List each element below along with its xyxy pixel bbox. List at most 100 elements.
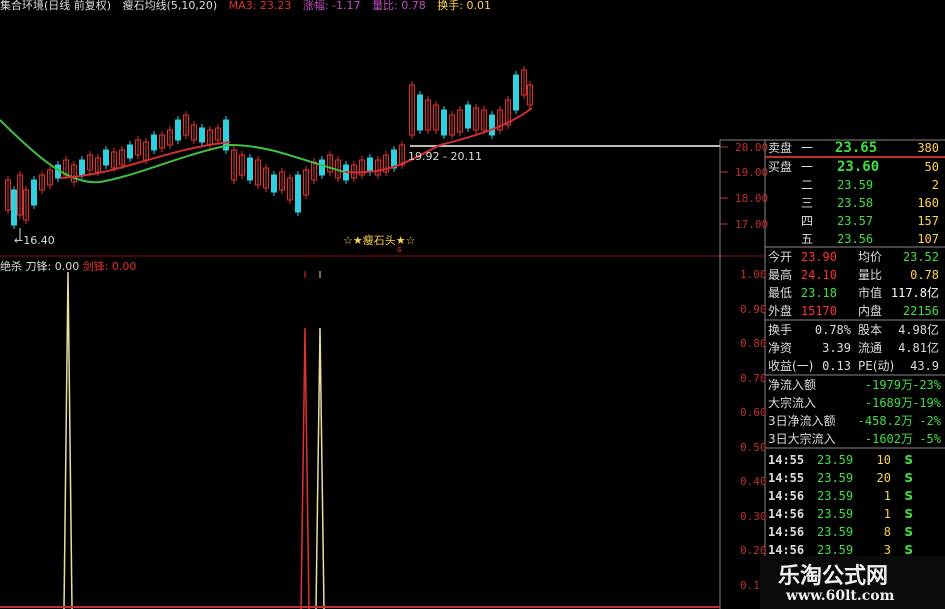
bid-row[interactable]: 二 23.59 2 (765, 177, 943, 194)
fund-key: 股本 (858, 323, 883, 337)
stat-value: 23.52 (902, 250, 939, 264)
candle-body (271, 174, 277, 193)
indicator-name: 瘦石均线(5,10,20) (122, 0, 218, 12)
stat-value: 117.8亿 (890, 286, 939, 300)
stat-key: 最低 (768, 286, 793, 300)
bid-price: 23.56 (837, 232, 874, 246)
bid-row[interactable]: 四 23.57 157 (765, 213, 943, 230)
candle-body (11, 189, 17, 226)
bid-row[interactable]: 三 23.58 160 (765, 195, 943, 212)
indicator-axis-tick: 0.40 (740, 475, 767, 488)
fund-value: 0.78% (814, 323, 851, 337)
indicator-axis-tick: 0.60 (740, 406, 767, 419)
money-flow-row: 大宗流入 -1689万 -19% (765, 395, 943, 412)
ma-green-line (0, 119, 346, 184)
flow-value: -1602万 (864, 432, 913, 446)
stat-key: 最高 (768, 268, 793, 282)
stat-value: 24.10 (800, 268, 837, 282)
ask-volume: 380 (917, 141, 939, 155)
tick-side: S (904, 489, 913, 503)
bid-price: 23.59 (837, 178, 874, 192)
candle-body (199, 127, 205, 143)
flow-key: 3日净流入额 (768, 414, 836, 428)
bid-volume: 107 (917, 232, 939, 246)
bid-level: 五 (801, 232, 814, 246)
tick-price: 23.59 (817, 507, 854, 521)
stat-key: 内盘 (858, 304, 883, 318)
fund-value: 4.98亿 (898, 323, 939, 337)
money-flow-row: 3日净流入额 -458.2万 -2% (765, 413, 943, 430)
tick-time: 14:56 (768, 489, 805, 503)
tick-row: 14:55 23.59 20 S (765, 470, 943, 487)
bid-level: 三 (801, 196, 814, 210)
tick-volume: 10 (876, 453, 891, 467)
flow-value: -458.2万 (857, 414, 913, 428)
indicator-axis-tick: 0.90 (740, 302, 767, 316)
money-flow-row: 净流入额 -1979万 -23% (765, 377, 943, 394)
signal-spike (300, 327, 310, 609)
tick-price: 23.59 (817, 471, 854, 485)
indicator-axis-tick: 0.50 (740, 440, 767, 454)
tick-price: 23.59 (817, 453, 854, 467)
signal-spike (63, 271, 73, 609)
tick-volume: 20 (876, 471, 891, 485)
ask-label: 卖盘 (768, 141, 793, 155)
bid-level: 四 (801, 214, 814, 228)
fund-value: 4.81亿 (898, 341, 939, 355)
flow-key: 大宗流入 (768, 396, 817, 410)
stat-key: 量比 (858, 268, 883, 282)
pattern-mark: s (397, 245, 402, 255)
tick-volume: 8 (883, 525, 891, 539)
candle-body (441, 109, 447, 136)
fundamental-row: 净资 3.39 流通 4.81亿 (765, 340, 943, 357)
tick-side: S (904, 471, 913, 485)
bid-level: 一 (801, 160, 814, 174)
price-tick: 18.00 (735, 192, 769, 205)
fund-value: 0.13 (822, 359, 851, 373)
tick-row: 14:56 23.59 1 S (765, 506, 943, 523)
candle-body (295, 174, 301, 213)
tick-side: S (904, 525, 913, 539)
candle-body (367, 157, 373, 173)
indicator-axis-tick: 0.30 (740, 509, 767, 523)
stat-key: 外盘 (768, 304, 793, 318)
stat-key: 今开 (768, 250, 793, 264)
ask-row[interactable]: 卖盘 一 23.65 380 (765, 140, 943, 157)
price-tick: 17.00 (735, 218, 769, 231)
low-price-label: ←16.40 (14, 234, 55, 247)
indicator-header: 绝杀 刀锋: 0.00 剑锋: 0.00 (0, 258, 136, 274)
candle-body (465, 104, 471, 129)
tick-side: S (904, 507, 913, 521)
tick-volume: 1 (883, 507, 891, 521)
bid-volume: 50 (924, 160, 939, 174)
tick-time: 14:55 (768, 471, 805, 485)
flow-percent: -5% (919, 432, 941, 446)
bid-label: 买盘 (768, 160, 793, 174)
candle-body (103, 149, 109, 166)
flow-percent: -2% (919, 414, 941, 428)
flow-value: -1689万 (864, 396, 913, 410)
stat-row: 今开 23.90 均价 23.52 (765, 249, 943, 266)
stat-value: 22156 (902, 304, 939, 318)
bid-volume: 160 (917, 196, 939, 210)
watermark: 乐淘公式网 www.60lt.com (760, 556, 945, 609)
tick-time: 14:56 (768, 507, 805, 521)
ma3-value: MA3: 23.23 (228, 0, 292, 12)
bid-volume: 2 (931, 178, 939, 192)
fund-value: 3.39 (822, 341, 851, 355)
candle-body (489, 114, 495, 136)
vol-ratio-value: 量比: 0.78 (372, 0, 426, 12)
flow-percent: -23% (912, 378, 941, 392)
bid-row[interactable]: 买盘 一 23.60 50 (765, 159, 943, 176)
candle-body (319, 159, 325, 176)
tick-price: 23.59 (817, 489, 854, 503)
flow-key: 3日大宗流入 (768, 432, 836, 446)
stat-key: 均价 (858, 250, 883, 264)
bid-row[interactable]: 五 23.56 107 (765, 231, 943, 248)
bid-price: 23.58 (837, 196, 874, 210)
fund-key: 流通 (858, 341, 883, 355)
stat-row: 外盘 15170 内盘 22156 (765, 303, 943, 320)
flow-percent: -19% (912, 396, 941, 410)
fund-key: 换手 (768, 323, 793, 337)
tick-row: 14:56 23.59 8 S (765, 524, 943, 541)
